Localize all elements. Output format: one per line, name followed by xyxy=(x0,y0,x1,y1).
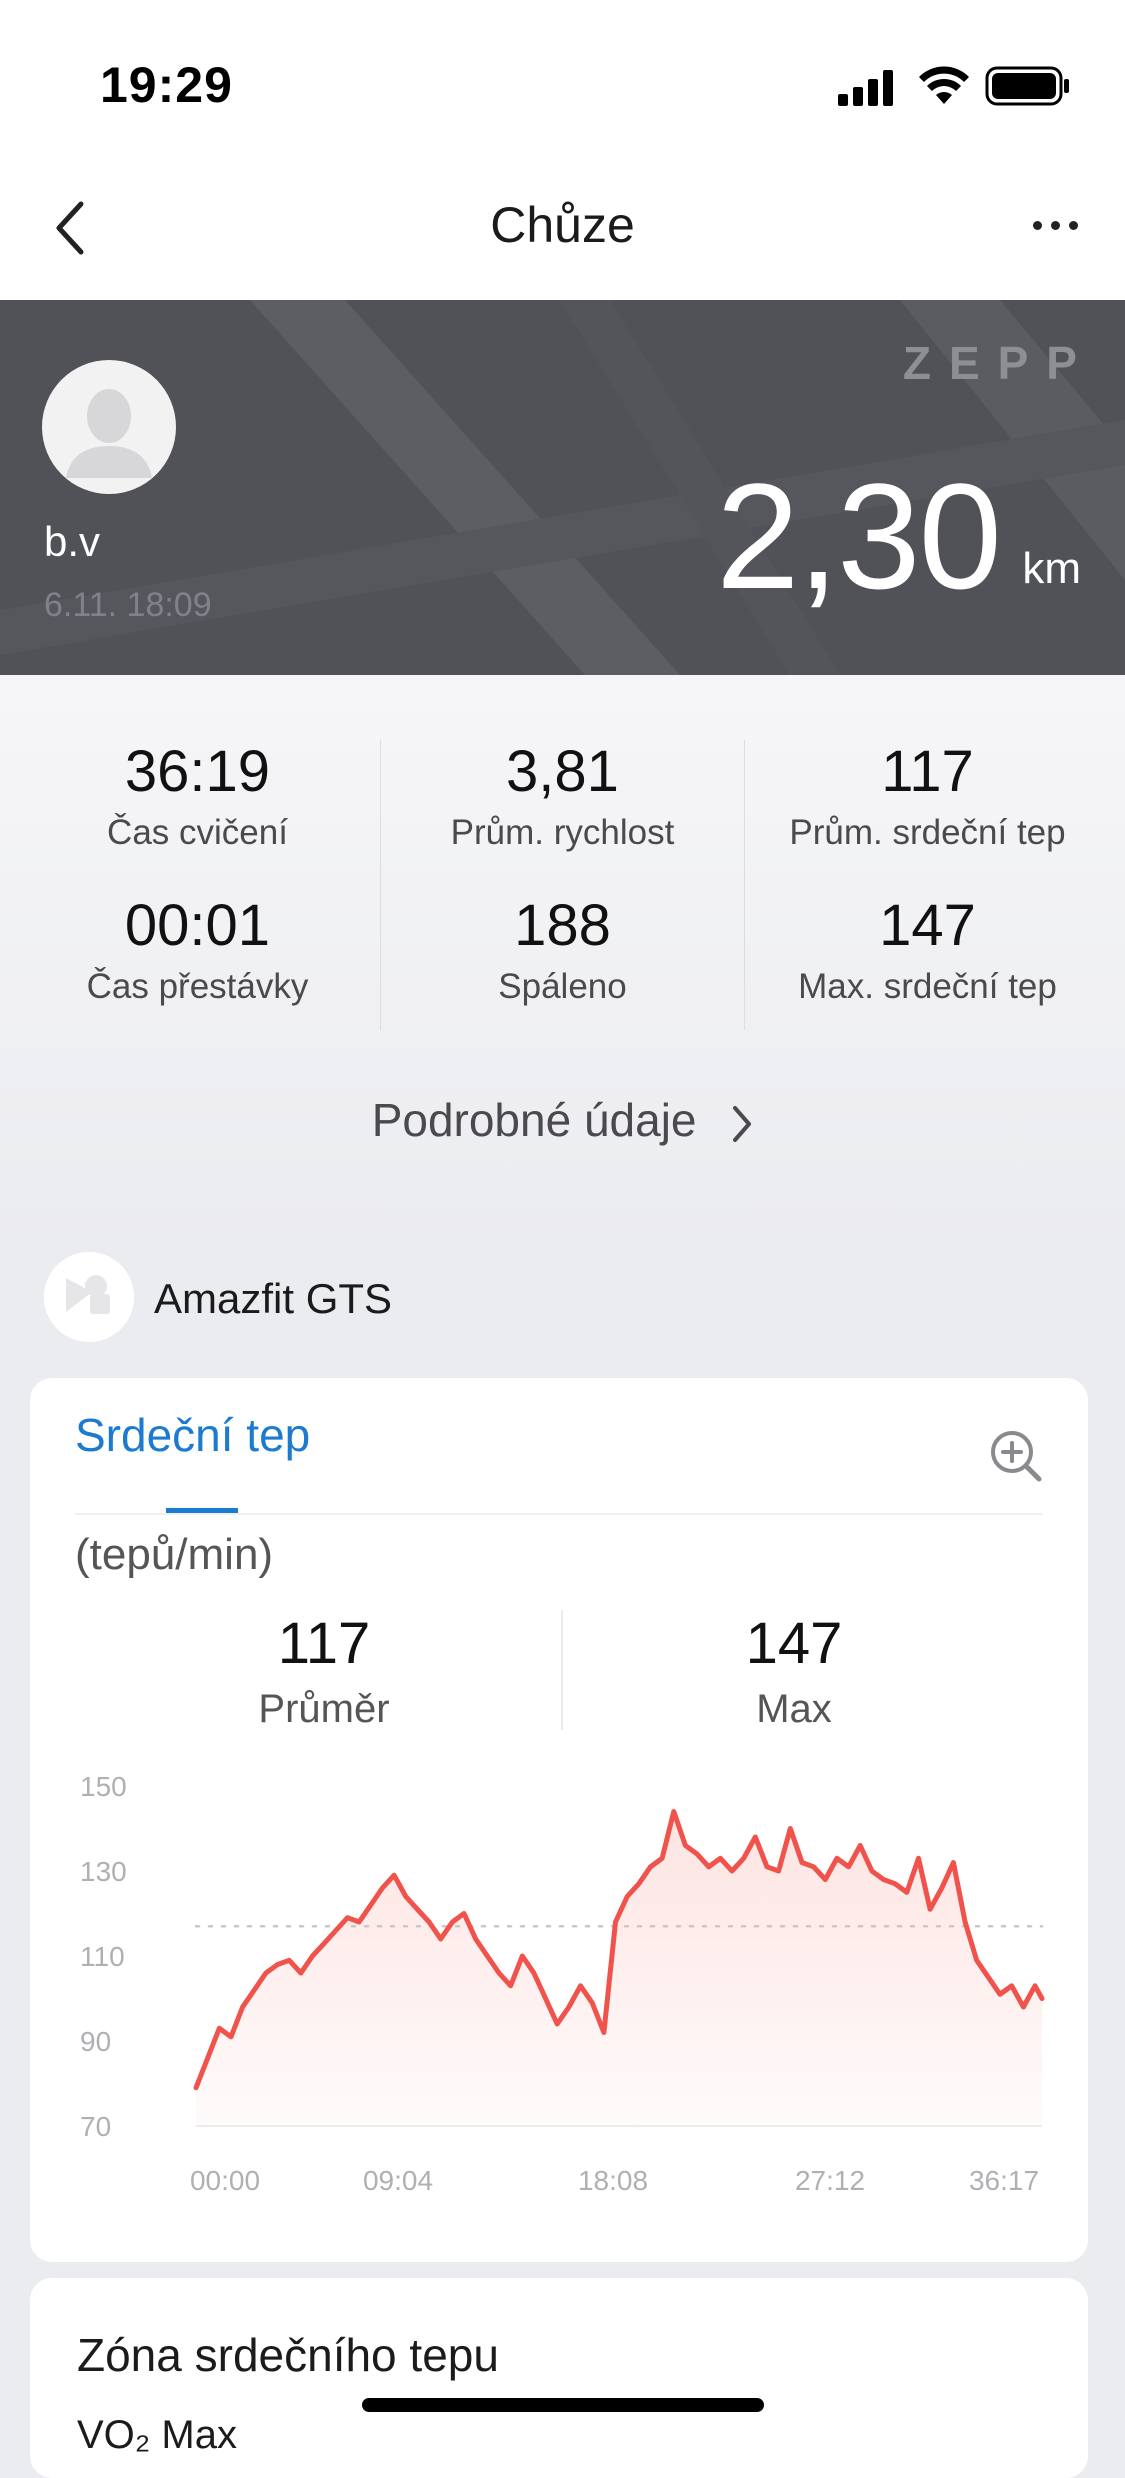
status-time: 19:29 xyxy=(100,57,233,113)
more-dot-icon xyxy=(1068,220,1078,230)
stat-pause-time: 00:01 Čas přestávky xyxy=(10,892,385,1007)
x-tick-label: 36:17 xyxy=(969,2165,1039,2196)
x-tick-label: 09:04 xyxy=(363,2165,433,2196)
zoom-in-icon[interactable] xyxy=(988,1428,1044,1484)
y-tick-label: 150 xyxy=(80,1771,127,1802)
y-tick-label: 70 xyxy=(80,2111,111,2142)
heart-rate-zone-card[interactable]: Zóna srdečního tepu VO₂ Max xyxy=(30,2278,1088,2478)
heart-rate-area xyxy=(196,1811,1042,2126)
more-dot-icon xyxy=(1032,220,1042,230)
divider xyxy=(380,740,381,1030)
stat-average-heart-rate: 117 Prům. srdeční tep xyxy=(740,738,1115,853)
stat-value: 00:01 xyxy=(124,893,271,958)
stat-label: Čas přestávky xyxy=(86,967,309,1006)
home-indicator[interactable] xyxy=(362,2398,764,2412)
stat-label: Max. srdeční tep xyxy=(798,967,1057,1006)
zone-card-title: Zóna srdečního tepu xyxy=(77,2329,499,2381)
heart-rate-chart: 150 130 110 90 70 00:00 09:04 18:08 27:12 36:17 xyxy=(80,1771,1045,2196)
stat-label: Prům. srdeční tep xyxy=(789,813,1066,852)
battery-icon xyxy=(985,66,1069,106)
stat-value: 188 xyxy=(514,893,611,958)
stat-value: 36:19 xyxy=(124,739,271,804)
max-label: Max xyxy=(756,1687,832,1731)
heart-rate-max: 147 Max xyxy=(644,1610,944,1732)
cellular-signal-icon xyxy=(838,70,893,106)
stat-label: Prům. rychlost xyxy=(450,813,675,852)
distance-unit: km xyxy=(1022,544,1081,593)
more-dot-icon xyxy=(1050,220,1060,230)
x-tick-label: 00:00 xyxy=(190,2165,260,2196)
y-tick-label: 130 xyxy=(80,1856,127,1887)
avatar[interactable] xyxy=(42,360,176,494)
device-icon xyxy=(44,1252,134,1342)
stat-value: 147 xyxy=(879,893,976,958)
heart-rate-card: Srdeční tep (tepů/min) 117 Průměr 147 Ma… xyxy=(30,1378,1088,2262)
stat-max-heart-rate: 147 Max. srdeční tep xyxy=(740,892,1115,1007)
stat-label: Čas cvičení xyxy=(107,813,288,852)
heart-rate-average: 117 Průměr xyxy=(174,1610,474,1732)
details-link[interactable]: Podrobné údaje xyxy=(0,1093,1125,1147)
distance-value: 2,30 xyxy=(716,452,1002,620)
workout-map-banner[interactable]: ZEPP b.v 6.11. 18:09 2,30 km xyxy=(0,300,1125,675)
x-tick-label: 27:12 xyxy=(795,2165,865,2196)
brand-logo: ZEPP xyxy=(902,337,1095,389)
x-tick-label: 18:08 xyxy=(578,2165,648,2196)
device-name: Amazfit GTS xyxy=(154,1275,393,1322)
stat-calories: 188 Spáleno xyxy=(375,892,750,1007)
stat-label: Spáleno xyxy=(498,967,627,1006)
y-tick-label: 90 xyxy=(80,2026,111,2057)
watch-app-icon xyxy=(44,1252,134,1342)
stat-exercise-time: 36:19 Čas cvičení xyxy=(10,738,385,853)
workout-date-time: 6.11. 18:09 xyxy=(44,586,212,624)
user-name: b.v xyxy=(44,518,101,565)
tab-divider xyxy=(75,1513,1043,1515)
user-silhouette-icon xyxy=(66,389,152,478)
divider xyxy=(561,1610,563,1730)
tab-heart-rate[interactable]: Srdeční tep xyxy=(75,1408,310,1462)
heart-rate-unit: (tepů/min) xyxy=(75,1530,274,1579)
divider xyxy=(744,740,745,1030)
details-link-label: Podrobné údaje xyxy=(371,1094,697,1146)
tab-active-indicator xyxy=(166,1508,238,1513)
more-options-button[interactable] xyxy=(1010,200,1100,250)
chevron-right-icon xyxy=(733,1105,752,1142)
wifi-icon xyxy=(919,66,969,104)
page-title: Chůze xyxy=(490,197,635,253)
stat-value: 3,81 xyxy=(506,739,619,804)
max-value: 147 xyxy=(745,1611,843,1676)
average-value: 117 xyxy=(277,1611,371,1676)
stat-average-speed: 3,81 Prům. rychlost xyxy=(375,738,750,853)
y-tick-label: 110 xyxy=(80,1941,125,1972)
stat-value: 117 xyxy=(881,739,974,804)
average-label: Průměr xyxy=(258,1687,390,1731)
